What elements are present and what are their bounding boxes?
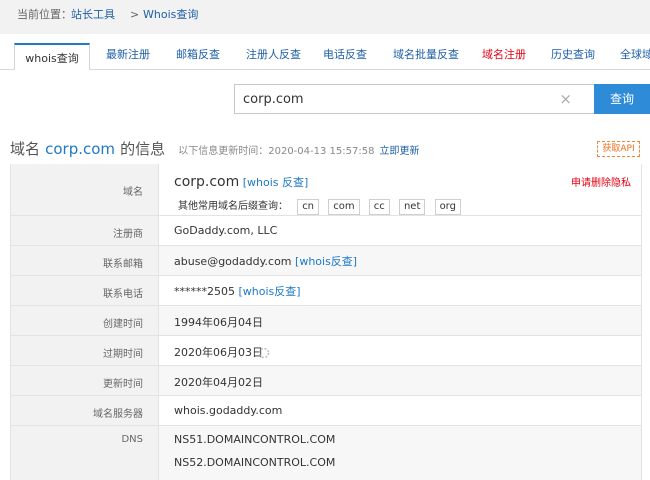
dns-value-2: NS52.DOMAINCONTROL.COM: [174, 456, 336, 469]
table-row-updated: 更新时间 2020年04月02日: [11, 366, 641, 396]
breadcrumb-label: 当前位置：: [17, 8, 72, 21]
suffix-chip-cn[interactable]: cn: [297, 199, 320, 215]
tab-domain-register[interactable]: 域名注册: [482, 46, 526, 62]
phone-reverse-link[interactable]: [whois反查]: [239, 285, 301, 298]
breadcrumb-link-home[interactable]: 站长工具: [71, 0, 115, 30]
tab-global-domain[interactable]: 全球域: [620, 46, 650, 62]
dns-value-1: NS51.DOMAINCONTROL.COM: [174, 433, 336, 446]
update-time-text: 以下信息更新时间：2020-04-13 15:57:58: [178, 146, 375, 157]
row-label-email: 联系邮箱: [103, 259, 143, 270]
title-domain: corp.com: [45, 140, 116, 158]
tab-phone-reverse[interactable]: 电话反查: [323, 46, 367, 62]
query-button[interactable]: 查询: [594, 84, 650, 114]
row-label-created: 创建时间: [103, 319, 143, 330]
breadcrumb: 当前位置： 站长工具 > Whois查询: [0, 0, 650, 30]
table-row-nameserver: 域名服务器 whois.godaddy.com: [11, 396, 641, 426]
row-label-dns: DNS: [121, 434, 143, 445]
title-suffix: 的信息: [120, 140, 166, 158]
suffix-chip-com[interactable]: com: [328, 199, 360, 215]
close-icon[interactable]: ×: [559, 90, 572, 108]
email-value: abuse@godaddy.com: [174, 255, 292, 268]
table-row-registrar: 注册商 GoDaddy.com, LLC: [11, 216, 641, 246]
phone-value: ******2505: [174, 285, 235, 298]
registrar-value: GoDaddy.com, LLC: [174, 224, 278, 237]
row-label-expires: 过期时间: [103, 349, 143, 360]
update-now-link[interactable]: 立即更新: [380, 146, 420, 157]
table-row-dns: DNS NS51.DOMAINCONTROL.COM NS52.DOMAINCO…: [11, 426, 641, 480]
tab-new-registrations[interactable]: 最新注册: [106, 46, 150, 62]
table-row-email: 联系邮箱 abuse@godaddy.com [whois反查]: [11, 246, 641, 276]
row-label-registrar: 注册商: [113, 229, 143, 240]
tab-batch-reverse[interactable]: 域名批量反查: [393, 46, 459, 62]
refresh-icon[interactable]: [258, 347, 270, 359]
search-box: ×: [234, 84, 595, 114]
tab-registrant-reverse[interactable]: 注册人反查: [246, 46, 301, 62]
email-reverse-link[interactable]: [whois反查]: [295, 255, 357, 268]
suffix-chip-cc[interactable]: cc: [368, 199, 390, 215]
suffix-label: 其他常用域名后缀查询：: [178, 201, 288, 212]
table-row-expires: 过期时间 2020年06月03日: [11, 336, 641, 366]
breadcrumb-current[interactable]: Whois查询: [143, 0, 198, 30]
updated-value: 2020年04月02日: [174, 376, 263, 389]
main-card: whois查询 最新注册 邮箱反查 注册人反查 电话反查 域名批量反查 域名注册…: [0, 34, 650, 480]
get-api-button[interactable]: 获取API: [597, 141, 640, 157]
page-title: 域名 corp.com 的信息 以下信息更新时间：2020-04-13 15:5…: [10, 138, 650, 160]
search-input[interactable]: [235, 85, 563, 113]
whois-reverse-link[interactable]: [whois 反查]: [243, 176, 309, 189]
title-prefix: 域名: [10, 140, 41, 158]
tab-email-reverse[interactable]: 邮箱反查: [176, 46, 220, 62]
tab-whois[interactable]: whois查询: [14, 43, 90, 70]
whois-table: 域名 corp.com [whois 反查] 申请删除隐私 其他常用域名后缀查询…: [10, 164, 642, 480]
table-row-created: 创建时间 1994年06月04日: [11, 306, 641, 336]
row-label-nameserver: 域名服务器: [93, 409, 143, 420]
domain-value: corp.com: [174, 174, 240, 190]
row-label-updated: 更新时间: [103, 379, 143, 390]
tab-bar: whois查询 最新注册 邮箱反查 注册人反查 电话反查 域名批量反查 域名注册…: [0, 34, 650, 70]
table-row-phone: 联系电话 ******2505 [whois反查]: [11, 276, 641, 306]
breadcrumb-separator: >: [130, 8, 140, 21]
expires-value: 2020年06月03日: [174, 346, 263, 359]
tab-history[interactable]: 历史查询: [551, 46, 595, 62]
created-value: 1994年06月04日: [174, 316, 263, 329]
suffix-chip-net[interactable]: net: [398, 199, 426, 215]
remove-privacy-link[interactable]: 申请删除隐私: [571, 174, 631, 189]
suffix-chip-org[interactable]: org: [434, 199, 461, 215]
suffix-query: 其他常用域名后缀查询： cn com cc net org: [178, 197, 461, 215]
row-label-domain: 域名: [123, 187, 143, 198]
nameserver-value: whois.godaddy.com: [174, 404, 283, 417]
row-label-phone: 联系电话: [103, 289, 143, 300]
table-row-domain: 域名 corp.com [whois 反查] 申请删除隐私 其他常用域名后缀查询…: [11, 164, 641, 216]
